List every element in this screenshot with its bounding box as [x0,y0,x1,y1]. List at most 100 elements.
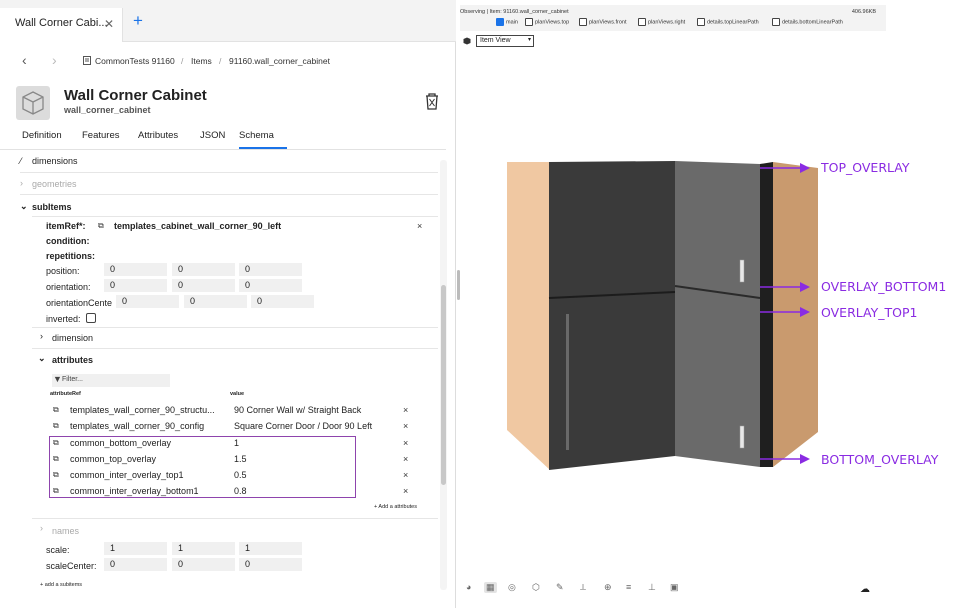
orientation-z-input[interactable]: 0 [239,279,302,292]
scale-center-y-input[interactable]: 0 [172,558,235,571]
palette-icon[interactable]: ◕ [466,582,471,592]
breadcrumb-root[interactable]: CommonTests 91160 [95,56,175,66]
checkbox-icon[interactable] [697,18,705,26]
checkbox-icon[interactable] [579,18,587,26]
scale-center-x-input[interactable]: 0 [104,558,167,571]
annotation-bottom-overlay: BOTTOM_OVERLAY [821,452,939,467]
filter-input[interactable]: ▼ Filter... [52,374,170,387]
measure-icon[interactable]: ⟂ [580,582,586,593]
column-header-value: value [230,391,245,397]
scale-z-input[interactable]: 1 [239,542,302,555]
add-subitems-button[interactable]: + add a subitems [40,582,82,588]
external-link-icon[interactable]: ⧉ [53,454,59,464]
add-tab-button[interactable]: + [133,11,143,31]
back-arrow-icon[interactable]: ‹ [22,52,27,68]
observing-label: Observing | Item: 91160.wall_corner_cabi… [460,9,569,15]
image-icon[interactable]: ▣ [670,582,679,593]
close-tab-icon[interactable]: ✕ [104,17,114,31]
orientation-center-y-input[interactable]: 0 [184,295,247,308]
cube-icon [22,91,44,115]
cloud-download-icon[interactable]: ☁ [860,584,870,595]
chevron-right-icon[interactable]: › [20,178,23,188]
remove-icon[interactable]: × [417,221,422,231]
attribute-value: 1.5 [234,454,247,464]
hierarchy-icon[interactable]: ⊥ [648,582,656,593]
remove-icon[interactable]: × [403,438,408,448]
cabinet-right-door [675,161,760,467]
target-icon[interactable]: ⊕ [604,582,612,593]
node-dimensions[interactable]: dimensions [32,156,78,166]
tab-json[interactable]: JSON [200,130,225,141]
node-names[interactable]: names [52,526,79,536]
node-geometries[interactable]: geometries [32,179,77,189]
orientation-y-input[interactable]: 0 [172,279,235,292]
position-y-input[interactable]: 0 [172,263,235,276]
chevron-right-icon[interactable]: › [40,523,43,533]
document-tab[interactable]: Wall Corner Cabi... ✕ [0,8,123,42]
external-link-icon[interactable]: ⧉ [53,438,59,448]
attribute-value: 90 Corner Wall w/ Straight Back [234,405,362,415]
view-select[interactable]: Item View ▾ [476,35,534,47]
breadcrumb-items[interactable]: Items [191,56,212,66]
node-attributes[interactable]: attributes [52,355,93,365]
tab-schema[interactable]: Schema [239,130,287,149]
remove-icon[interactable]: × [403,421,408,431]
brush-icon[interactable]: ✎ [556,582,564,593]
grid-icon[interactable]: ▦ [484,582,497,593]
list-icon[interactable]: ≡ [626,582,631,592]
checkbox-icon[interactable] [772,18,780,26]
remove-icon[interactable]: × [403,470,408,480]
checkbox-icon[interactable] [638,18,646,26]
remove-icon[interactable]: × [403,405,408,415]
scale-y-input[interactable]: 1 [172,542,235,555]
forward-arrow-icon[interactable]: › [52,52,57,68]
node-dimension[interactable]: dimension [52,333,93,343]
position-z-input[interactable]: 0 [239,263,302,276]
chevron-right-icon[interactable]: › [40,331,43,341]
chevron-down-icon[interactable]: ⌄ [20,201,28,212]
view-top-path-toggle[interactable]: details.topLinearPath [697,18,759,26]
view-plan-front-toggle[interactable]: planViews.front [579,18,627,26]
remove-icon[interactable]: × [403,454,408,464]
chevron-down-icon: ▾ [527,37,531,43]
itemref-label: itemRef*: [46,221,86,231]
tab-attributes[interactable]: Attributes [138,130,178,141]
external-link-icon[interactable]: ⧉ [98,221,104,231]
external-link-icon[interactable]: ⧉ [53,405,59,415]
chevron-down-icon[interactable]: ⌄ [38,353,46,364]
attribute-value: 0.8 [234,486,247,496]
orientation-x-input[interactable]: 0 [104,279,167,292]
scale-label: scale: [46,545,70,555]
external-link-icon[interactable]: ⧉ [53,470,59,480]
section-tabs: Definition Features Attributes JSON Sche… [0,126,446,150]
view-bottom-path-toggle[interactable]: details.bottomLinearPath [772,18,843,26]
external-link-icon[interactable]: ⧉ [53,421,59,431]
checkbox-checked-icon[interactable] [496,18,504,26]
node-subitems[interactable]: subItems [32,202,72,212]
orientation-center-x-input[interactable]: 0 [116,295,179,308]
tab-features[interactable]: Features [82,130,120,141]
trash-icon[interactable] [424,93,440,111]
inverted-label: inverted: [46,314,81,324]
itemref-value[interactable]: templates_cabinet_wall_corner_90_left [114,221,281,231]
attribute-value: 1 [234,438,240,448]
tab-definition[interactable]: Definition [22,130,62,141]
cube-icon[interactable]: ⬡ [532,582,540,593]
view-main-toggle[interactable]: main [496,18,518,26]
chevron-icon[interactable]: ⁄ [20,156,22,166]
view-plan-top-toggle[interactable]: planViews.top [525,18,569,26]
breadcrumb-separator: / [219,56,222,66]
view-plan-right-toggle[interactable]: planViews.right [638,18,685,26]
compass-icon[interactable]: ◎ [508,582,516,593]
position-x-input[interactable]: 0 [104,263,167,276]
scale-center-z-input[interactable]: 0 [239,558,302,571]
tab-bar: Wall Corner Cabi... ✕ + [0,0,456,42]
remove-icon[interactable]: × [403,486,408,496]
checkbox-icon[interactable] [525,18,533,26]
add-attributes-button[interactable]: + Add a attributes [374,504,417,510]
schema-tree: ⁄ dimensions › geometries ⌄ subItems ite… [14,150,448,578]
orientation-center-z-input[interactable]: 0 [251,295,314,308]
scale-x-input[interactable]: 1 [104,542,167,555]
external-link-icon[interactable]: ⧉ [53,486,59,496]
inverted-checkbox[interactable] [86,313,96,323]
